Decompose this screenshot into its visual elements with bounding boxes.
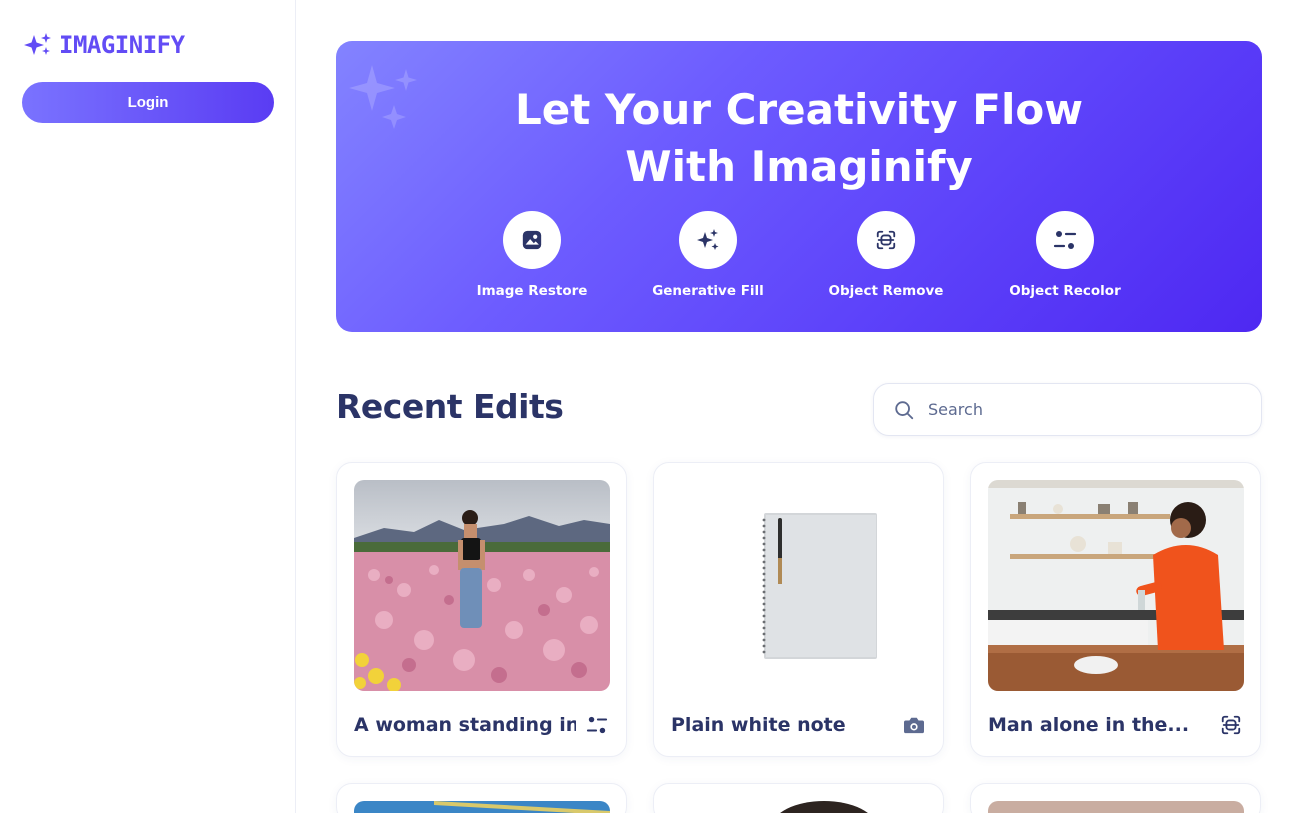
banner-title-line2: With Imaginify: [625, 142, 973, 191]
filter-icon: [585, 713, 609, 737]
edit-card[interactable]: Man alone in the...: [970, 462, 1261, 757]
edit-card[interactable]: [653, 783, 944, 813]
tool-object-recolor[interactable]: Object Recolor: [985, 211, 1145, 299]
card-footer: A woman standing in ...: [354, 711, 609, 739]
edit-card[interactable]: Plain white note: [653, 462, 944, 757]
sparkle-logo-icon: [24, 33, 51, 55]
search-input[interactable]: [928, 400, 1228, 419]
card-title: Plain white note: [671, 714, 846, 736]
card-image[interactable]: [671, 801, 927, 813]
object-recolor-button[interactable]: [1036, 211, 1094, 269]
scan-icon: [876, 230, 896, 250]
card-image[interactable]: [671, 480, 927, 691]
tool-label: Generative Fill: [652, 283, 764, 299]
generative-fill-button[interactable]: [679, 211, 737, 269]
edit-card[interactable]: A woman standing in ...: [336, 462, 627, 757]
camera-icon: [902, 713, 926, 737]
tool-label: Object Remove: [828, 283, 944, 299]
card-image[interactable]: [354, 480, 610, 691]
filter-icon: [1053, 231, 1077, 249]
image-icon: [522, 230, 542, 250]
sidebar: IMAGINIFY Login: [0, 0, 296, 813]
card-image[interactable]: [354, 801, 610, 813]
search-icon: [895, 400, 914, 419]
card-title: A woman standing in ...: [354, 714, 576, 736]
recent-edits-title: Recent Edits: [336, 387, 564, 426]
tool-generative-fill[interactable]: Generative Fill: [628, 211, 788, 299]
tool-object-remove[interactable]: Object Remove: [806, 211, 966, 299]
object-remove-button[interactable]: [857, 211, 915, 269]
tool-label: Object Recolor: [1009, 283, 1121, 299]
card-image[interactable]: [988, 480, 1244, 691]
edit-card[interactable]: [970, 783, 1261, 813]
search-box[interactable]: [873, 383, 1262, 436]
tool-label: Image Restore: [476, 283, 588, 299]
card-image[interactable]: [988, 801, 1244, 813]
brand-logo[interactable]: IMAGINIFY: [23, 30, 185, 60]
card-footer: Plain white note: [671, 711, 926, 739]
image-restore-button[interactable]: [503, 211, 561, 269]
tool-image-restore[interactable]: Image Restore: [452, 211, 612, 299]
scan-icon: [1219, 713, 1243, 737]
card-footer: Man alone in the...: [988, 711, 1243, 739]
hero-banner: Let Your Creativity Flow With Imaginify …: [336, 41, 1262, 332]
brand-name: IMAGINIFY: [59, 31, 185, 59]
stars-icon: [697, 229, 719, 250]
card-title: Man alone in the...: [988, 714, 1190, 736]
banner-title-line1: Let Your Creativity Flow: [514, 85, 1084, 134]
login-button[interactable]: Login: [22, 82, 274, 123]
edit-card[interactable]: [336, 783, 627, 813]
